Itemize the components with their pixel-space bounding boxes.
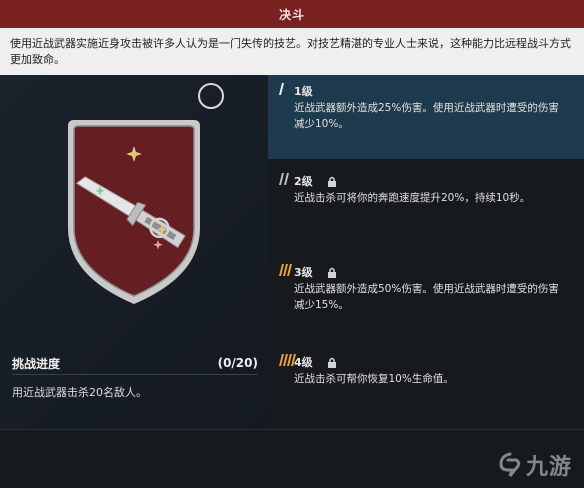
tier-item-2[interactable]: 2级 近战击杀可将你的奔跑速度提升20%，持续10秒。 <box>268 165 584 249</box>
bottom-strip <box>0 429 584 488</box>
window-title-bar: 决斗 <box>0 0 584 28</box>
skill-description: 使用近战武器实施近身攻击被许多人认为是一门失传的技艺。对技艺精湛的专业人士来说，… <box>0 28 584 75</box>
tier-item-1[interactable]: 1级 近战武器额外造成25%伤害。使用近战武器时遭受的伤害减少10%。 <box>268 75 584 159</box>
jiuyou-logo-icon <box>499 452 521 477</box>
tier-mark-icon <box>279 173 289 185</box>
challenge-task: 用近战武器击杀20名敌人。 <box>12 386 147 399</box>
select-circle-icon[interactable] <box>198 83 224 109</box>
lock-icon <box>327 176 336 187</box>
tier-description: 近战武器额外造成25%伤害。使用近战武器时遭受的伤害减少10%。 <box>294 102 559 130</box>
tier-description: 近战武器额外造成50%伤害。使用近战武器时遭受的伤害减少15%。 <box>294 283 559 311</box>
tier-item-4[interactable]: 4级 近战击杀可帮你恢复10%生命值。 <box>268 346 584 418</box>
lock-icon <box>327 357 336 368</box>
melee-badge-icon <box>68 120 200 304</box>
tier-label: 1级 <box>294 85 313 98</box>
tier-label: 2级 <box>294 175 313 188</box>
watermark-text: 九游 <box>525 455 572 480</box>
tier-description: 近战击杀可帮你恢复10%生命值。 <box>294 373 454 385</box>
tier-mark-icon <box>279 83 284 95</box>
tier-item-3[interactable]: 3级 近战武器额外造成50%伤害。使用近战武器时遭受的伤害减少15%。 <box>268 256 584 340</box>
window-title: 决斗 <box>278 7 305 22</box>
tier-label: 4级 <box>294 356 313 369</box>
challenge-heading: 挑战进度 <box>12 356 61 371</box>
challenge-progress-row: 挑战进度 (0/20) <box>12 352 258 375</box>
challenge-count: (0/20) <box>217 356 258 370</box>
watermark: 九游 <box>498 449 572 481</box>
lock-icon <box>327 267 336 278</box>
tier-mark-icon <box>279 264 292 276</box>
tier-description: 近战击杀可将你的奔跑速度提升20%，持续10秒。 <box>294 192 531 204</box>
tier-label: 3级 <box>294 266 313 279</box>
